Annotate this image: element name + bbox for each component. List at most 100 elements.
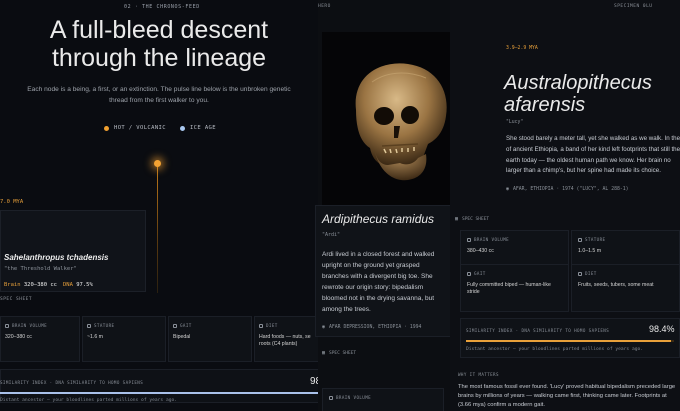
- brain-icon: [5, 323, 9, 328]
- similarity-label: SIMILARITY INDEX · DNA SIMILARITY TO HOM…: [0, 380, 144, 385]
- spec-cell-gait: GAIT Fully committed biped — human-like …: [460, 264, 569, 312]
- ruler-icon: [578, 237, 582, 242]
- similarity-bar-fill: [0, 392, 318, 394]
- spec-label-text: GAIT: [474, 271, 486, 276]
- species-description: Ardi lived in a closed forest and walked…: [322, 251, 435, 313]
- location-pin-icon: ◉: [506, 186, 510, 192]
- spec-cell-value: Hard foods — nuts, se roots (C4 plants): [259, 334, 311, 347]
- ruler-icon: [87, 323, 91, 328]
- dna-stat-value: 97.5%: [76, 282, 93, 288]
- spec-cell-label: BRAIN VOLUME: [467, 237, 562, 242]
- spec-sheet-text: SPEC SHEET: [329, 350, 357, 356]
- legend-item-hot[interactable]: HOT / VOLCANIC: [104, 125, 166, 131]
- sheet-icon: ▦: [322, 350, 326, 356]
- spec-cell-value: 380–430 cc: [467, 248, 494, 254]
- spec-cell-value: Bipedal: [173, 334, 191, 340]
- spec-cell-value: Fully committed biped — human-like strid…: [467, 282, 551, 295]
- species-card[interactable]: [0, 210, 146, 292]
- leaf-icon: [578, 271, 582, 276]
- spec-label-text: BRAIN VOLUME: [474, 237, 510, 242]
- spec-cell-value: Fruits, seeds, tubers, some meat: [578, 282, 654, 288]
- dna-stat-label: DNA: [63, 282, 73, 288]
- location-text: AFAR, ETHIOPIA · 1974 ("LUCY", AL 288-1): [513, 186, 629, 192]
- mya-label: 3.9–2.9 MYA: [506, 46, 538, 51]
- spec-sheet-label: ▦ SPEC SHEET: [322, 350, 356, 356]
- species-name: Ardipithecus ramidus: [322, 212, 435, 226]
- spec-sheet-label: SPEC SHEET: [0, 297, 33, 302]
- location-text: AFAR DEPRESSION, ETHIOPIA · 1994: [329, 324, 422, 330]
- similarity-bar: [0, 392, 324, 394]
- hot-dot-icon: [104, 125, 109, 131]
- spec-label-text: BRAIN VOLUME: [12, 323, 48, 328]
- why-it-matters-label: WHY IT MATTERS: [458, 372, 499, 377]
- species-description: She stood barely a meter tall, yet she w…: [506, 135, 680, 175]
- species-nickname: "Lucy": [506, 120, 524, 125]
- legend: HOT / VOLCANIC ICE AGE: [104, 125, 216, 131]
- spec-label-text: GAIT: [180, 323, 192, 328]
- species-nickname: "the Threshold Walker": [4, 266, 77, 272]
- spec-label-text: BRAIN VOLUME: [336, 395, 372, 400]
- brain-icon: [467, 237, 471, 242]
- hero-title: A full-bleed descent through the lineage: [49, 16, 269, 72]
- spec-cell-label: DIET: [578, 271, 673, 276]
- species-name: Australopithecus afarensis: [504, 72, 652, 116]
- why-it-matters-text: The most famous fossil ever found. 'Lucy…: [458, 384, 676, 408]
- specimen-tag: SPECIMEN 0LU: [614, 4, 653, 9]
- spec-label-text: DIET: [585, 271, 597, 276]
- spec-cell-brain: BRAIN VOLUME 320–380 cc: [0, 316, 80, 362]
- spec-cell-gait: GAIT Bipedal: [168, 316, 252, 362]
- sheet-icon: ▦: [455, 216, 459, 222]
- spec-label-text: DIET: [266, 323, 278, 328]
- brain-icon: [329, 395, 333, 400]
- mya-label: 7.0 MYA: [0, 199, 24, 205]
- species-nickname: "Ardi": [322, 232, 341, 238]
- spec-cell-label: GAIT: [173, 323, 247, 328]
- legend-item-ice[interactable]: ICE AGE: [179, 125, 216, 131]
- skull-illustration: [355, 63, 447, 181]
- location-pin-icon: ◉: [322, 324, 326, 330]
- spec-cell-diet: DIET Fruits, seeds, tubers, some meat: [571, 264, 680, 312]
- pulse-line: [157, 165, 158, 293]
- spec-cell-label: GAIT: [467, 271, 562, 276]
- spec-cell-label: STATURE: [87, 323, 161, 328]
- hero-subtitle: Each node is a being, a first, or an ext…: [27, 86, 291, 104]
- spec-sheet-text: SPEC SHEET: [462, 216, 490, 222]
- skull-image: [322, 32, 466, 209]
- spec-label-text: STATURE: [585, 237, 606, 242]
- spec-cell-value: ~1.6 m: [87, 334, 104, 340]
- spec-cell-value: 320–380 cc: [5, 334, 32, 340]
- location: ◉ AFAR DEPRESSION, ETHIOPIA · 1994: [322, 324, 421, 330]
- spec-cell-stature: STATURE ~1.6 m: [82, 316, 166, 362]
- dna-stat: DNA 97.5%: [63, 282, 93, 288]
- spec-cell-label: DIET: [259, 323, 319, 328]
- section-tag: 02 · THE CHRONOS-FEED: [124, 4, 200, 10]
- similarity-box: [460, 318, 680, 358]
- ice-dot-icon: [179, 125, 185, 131]
- spec-cell-label: BRAIN VOLUME: [5, 323, 75, 328]
- brain-stat-value: 320–380 cc: [23, 282, 57, 288]
- similarity-bar: [466, 340, 674, 342]
- quick-stats: Brain 320–380 cc DNA 97.5%: [4, 282, 93, 288]
- spec-cell-label: BRAIN VOLUME: [329, 395, 437, 400]
- similarity-bar-fill: [466, 340, 671, 342]
- leaf-icon: [259, 323, 263, 328]
- spec-cell-label: STATURE: [578, 237, 673, 242]
- spec-sheet-label: ▦ SPEC SHEET: [455, 216, 489, 222]
- spec-label-text: STATURE: [94, 323, 115, 328]
- legend-label: HOT / VOLCANIC: [114, 125, 166, 131]
- similarity-note: Distant ancestor — your bloodlines parte…: [0, 398, 178, 403]
- brain-stat-label: Brain: [4, 282, 21, 288]
- spec-cell-brain: BRAIN VOLUME: [322, 388, 444, 411]
- similarity-value: 98.4%: [649, 324, 675, 334]
- location: ◉ AFAR, ETHIOPIA · 1974 ("LUCY", AL 288-…: [506, 186, 629, 192]
- hero-tag: HERO: [318, 4, 331, 9]
- similarity-note: Distant ancestor — your bloodlines parte…: [466, 347, 644, 352]
- timeline-node[interactable]: [154, 160, 161, 167]
- similarity-label: SIMILARITY INDEX · DNA SIMILARITY TO HOM…: [466, 328, 610, 333]
- species-name: Sahelanthropus tchadensis: [4, 253, 109, 262]
- footprint-icon: [467, 271, 471, 276]
- spec-cell-value: 1.0–1.5 m: [578, 248, 602, 254]
- spec-cell-diet: DIET Hard foods — nuts, se roots (C4 pla…: [254, 316, 324, 362]
- footprint-icon: [173, 323, 177, 328]
- legend-label: ICE AGE: [189, 125, 216, 131]
